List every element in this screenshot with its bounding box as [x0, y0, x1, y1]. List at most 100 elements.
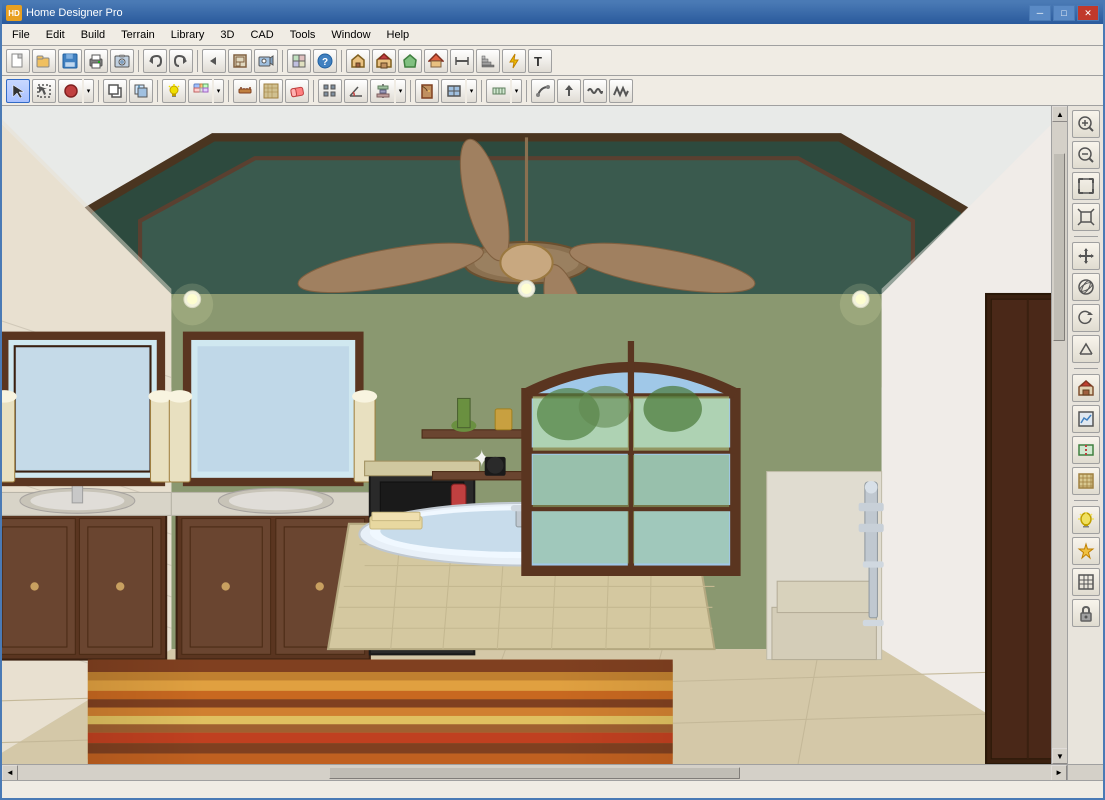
separator-8	[313, 80, 314, 102]
save-button[interactable]	[58, 49, 82, 73]
measure-tool[interactable]	[233, 79, 257, 103]
separator-6	[157, 80, 158, 102]
separator-4	[341, 50, 342, 72]
move-tool[interactable]	[129, 79, 153, 103]
app-icon: HD	[6, 5, 22, 21]
door-tool[interactable]	[415, 79, 439, 103]
select-tool[interactable]	[6, 79, 30, 103]
back-button[interactable]	[202, 49, 226, 73]
menu-window[interactable]: Window	[323, 27, 378, 43]
horizontal-scrollbar[interactable]: ◄ ►	[2, 764, 1103, 780]
stairs-tool[interactable]	[476, 49, 500, 73]
zoom-extent-button[interactable]	[1072, 203, 1100, 231]
snap-tool-dropdown[interactable]: ▾	[512, 79, 522, 103]
copy-tool[interactable]	[103, 79, 127, 103]
align-tool[interactable]	[370, 79, 394, 103]
vscroll-thumb[interactable]	[1053, 153, 1065, 341]
menu-tools[interactable]: Tools	[282, 27, 324, 43]
menu-file[interactable]: File	[4, 27, 38, 43]
camera-button[interactable]	[254, 49, 278, 73]
texture-tool[interactable]	[259, 79, 283, 103]
window-tool[interactable]	[441, 79, 465, 103]
house-tool[interactable]	[372, 49, 396, 73]
minimize-button[interactable]: ─	[1029, 5, 1051, 21]
scroll-left-arrow[interactable]: ◄	[2, 765, 18, 781]
arrow-up-tool[interactable]	[557, 79, 581, 103]
hscroll-track[interactable]	[20, 766, 1049, 780]
dollhouse-button[interactable]	[1072, 374, 1100, 402]
zoom-fit-button[interactable]	[1072, 172, 1100, 200]
separator-10	[481, 80, 482, 102]
titlebar: HD Home Designer Pro ─ □ ✕	[2, 2, 1103, 24]
object-tool-dropdown[interactable]: ▾	[84, 79, 94, 103]
pan-button[interactable]	[1072, 242, 1100, 270]
dimension-tool[interactable]	[450, 49, 474, 73]
undo-button[interactable]	[143, 49, 167, 73]
close-button[interactable]: ✕	[1077, 5, 1099, 21]
lighting-button[interactable]	[1072, 506, 1100, 534]
work-area: ▲ ▼	[2, 106, 1103, 764]
scroll-up-arrow[interactable]: ▲	[1052, 106, 1067, 122]
menu-library[interactable]: Library	[163, 27, 213, 43]
window-controls: ─ □ ✕	[1029, 5, 1099, 21]
light-tool[interactable]	[162, 79, 186, 103]
vscroll-track[interactable]	[1052, 122, 1067, 748]
electrical-tool[interactable]	[502, 49, 526, 73]
menu-terrain[interactable]: Terrain	[113, 27, 163, 43]
zoom-in-button[interactable]	[1072, 110, 1100, 138]
edit-select-tool[interactable]	[32, 79, 56, 103]
screenshot-button[interactable]	[110, 49, 134, 73]
window-tool-dropdown[interactable]: ▾	[467, 79, 477, 103]
help-button[interactable]: ?	[313, 49, 337, 73]
separator-1	[138, 50, 139, 72]
elevation-button[interactable]	[1072, 405, 1100, 433]
erase-tool[interactable]	[285, 79, 309, 103]
snap-grid-tool[interactable]	[318, 79, 342, 103]
zigzag-tool[interactable]	[609, 79, 633, 103]
open-button[interactable]	[32, 49, 56, 73]
spin-button[interactable]	[1072, 304, 1100, 332]
section-button[interactable]	[1072, 436, 1100, 464]
roof-tool[interactable]	[424, 49, 448, 73]
scroll-down-arrow[interactable]: ▼	[1052, 748, 1067, 764]
viewport[interactable]: ▲ ▼	[2, 106, 1067, 764]
curve-tool[interactable]	[531, 79, 555, 103]
wall-tool[interactable]	[346, 49, 370, 73]
bloom-button[interactable]	[1072, 537, 1100, 565]
svg-text:?: ?	[322, 57, 328, 68]
print-button[interactable]	[84, 49, 108, 73]
texture-view-button[interactable]	[1072, 467, 1100, 495]
new-button[interactable]	[6, 49, 30, 73]
redo-button[interactable]	[169, 49, 193, 73]
plan-view-button[interactable]	[228, 49, 252, 73]
hscroll-thumb[interactable]	[329, 767, 741, 779]
maximize-button[interactable]: □	[1053, 5, 1075, 21]
menu-help[interactable]: Help	[379, 27, 418, 43]
scroll-right-arrow[interactable]: ►	[1051, 765, 1067, 781]
text-tool[interactable]: T	[528, 49, 552, 73]
menu-build[interactable]: Build	[73, 27, 113, 43]
separator-5	[98, 80, 99, 102]
grid-button[interactable]	[1072, 568, 1100, 596]
menu-3d[interactable]: 3D	[212, 27, 242, 43]
lock-button[interactable]	[1072, 599, 1100, 627]
terrain-tool[interactable]	[398, 49, 422, 73]
object-tool[interactable]	[58, 79, 82, 103]
3d-scene: ✦	[2, 106, 1051, 764]
rp-separator-1	[1074, 236, 1098, 237]
zoom-out-button[interactable]	[1072, 141, 1100, 169]
menu-cad[interactable]: CAD	[242, 27, 281, 43]
snap-tool[interactable]	[486, 79, 510, 103]
angle-tool[interactable]	[344, 79, 368, 103]
paint-tool-dropdown[interactable]: ▾	[214, 79, 224, 103]
menu-bar: File Edit Build Terrain Library 3D CAD T…	[2, 24, 1103, 46]
vertical-scrollbar[interactable]: ▲ ▼	[1051, 106, 1067, 764]
ref-button[interactable]	[287, 49, 311, 73]
orbit-button[interactable]	[1072, 273, 1100, 301]
menu-edit[interactable]: Edit	[38, 27, 73, 43]
paint-tool[interactable]	[188, 79, 212, 103]
separator-9	[410, 80, 411, 102]
tilt-button[interactable]	[1072, 335, 1100, 363]
align-tool-dropdown[interactable]: ▾	[396, 79, 406, 103]
wave-tool[interactable]	[583, 79, 607, 103]
